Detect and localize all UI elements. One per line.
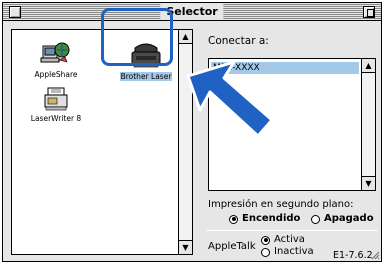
scroll-track[interactable] <box>362 73 375 176</box>
appletalk-label: AppleTalk <box>208 241 256 252</box>
icon-label: AppleShare <box>34 70 78 79</box>
connect-label: Conectar a: <box>208 35 269 47</box>
background-off-option[interactable]: Apagado <box>311 213 374 225</box>
appletalk-inactive-label: Inactiva <box>274 246 314 257</box>
scroll-down-arrow-icon[interactable]: ▼ <box>362 176 375 190</box>
icon-laserwriter-8[interactable]: LaserWriter 8 <box>22 86 90 123</box>
divider <box>206 230 378 231</box>
radio-off-icon[interactable] <box>261 247 270 257</box>
scroll-down-arrow-icon[interactable]: ▼ <box>179 240 192 254</box>
scroll-up-arrow-icon[interactable]: ▲ <box>179 30 192 44</box>
resize-grip-icon[interactable] <box>370 250 380 260</box>
background-on-option[interactable]: Encendido <box>229 213 300 225</box>
zoom-box[interactable] <box>363 6 375 18</box>
background-printing-label: Impresión en segundo plano: <box>208 199 354 210</box>
icon-label: LaserWriter 8 <box>30 114 82 123</box>
icon-appleshare[interactable]: AppleShare <box>26 40 86 79</box>
version-label: E1-7.6.2 <box>333 250 373 261</box>
close-box[interactable] <box>9 6 21 18</box>
laser-printer-icon <box>131 43 161 68</box>
appletalk-active-label: Activa <box>274 234 305 245</box>
appleshare-icon <box>40 42 70 63</box>
radio-off-icon[interactable] <box>311 214 320 224</box>
icon-label: Brother Laser <box>119 72 173 81</box>
pointer-arrow-icon <box>186 60 274 138</box>
appletalk-inactive-option[interactable]: Inactiva <box>261 246 314 258</box>
laserwriter-icon <box>44 87 68 111</box>
icon-brother-laser[interactable]: Brother Laser <box>108 40 184 81</box>
background-on-label: Encendido <box>242 213 301 224</box>
driver-icon-list[interactable]: AppleShare Brother Laser LaserWriter 8 ▲ <box>11 29 193 255</box>
appletalk-active-option[interactable]: Activa <box>261 234 305 246</box>
window-title: Selector <box>160 4 224 19</box>
radio-on-icon[interactable] <box>229 214 238 224</box>
connect-list-scrollbar[interactable]: ▲ ▼ <box>361 59 375 190</box>
radio-on-icon[interactable] <box>261 235 270 245</box>
title-bar[interactable]: Selector <box>3 3 381 21</box>
background-off-label: Apagado <box>324 213 374 224</box>
scroll-up-arrow-icon[interactable]: ▲ <box>362 59 375 73</box>
